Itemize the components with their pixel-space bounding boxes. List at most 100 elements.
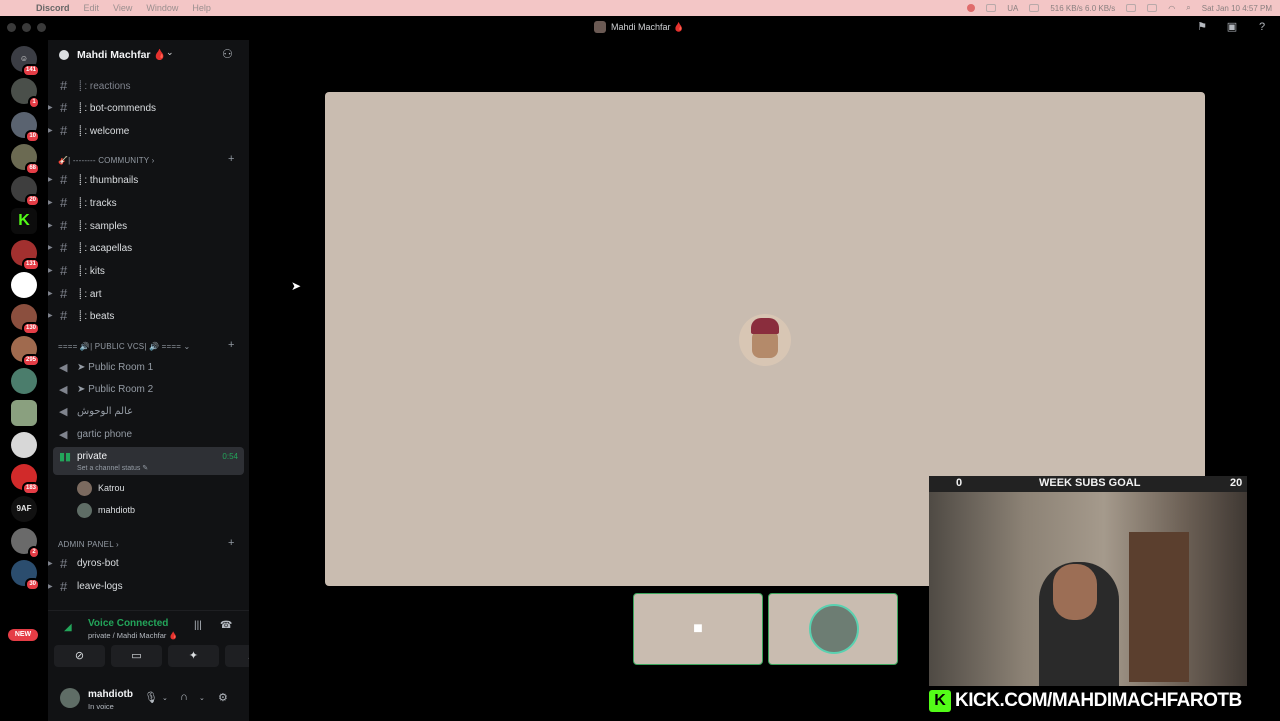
server-icon[interactable]: 183 [11,464,40,495]
menu-window[interactable]: Window [146,3,178,13]
add-channel-icon[interactable]: + [228,339,234,351]
server-icon[interactable]: 20 [11,176,40,207]
server-icon[interactable]: 68 [11,144,40,175]
speaker-icon: ◀ [59,406,68,418]
invite-icon[interactable]: ⚇ [222,47,233,61]
speaker-icon: ◀ [59,384,68,396]
menu-view[interactable]: View [113,3,132,13]
server-icon[interactable]: K [11,208,37,234]
participant-tile[interactable] [768,593,898,665]
hash-icon: # [60,77,68,93]
voice-channel-public-room-1[interactable]: ◀ ➤ Public Room 1 [48,358,249,378]
server-badge: 30 [25,578,40,591]
screen-share-button[interactable]: ▭ [111,645,162,667]
webcam-door [1129,532,1189,682]
voice-user[interactable]: mahdiotb [77,501,135,519]
voice-channel-private[interactable]: ▮▮ private 0:54 Set a channel status ✎ [53,447,244,475]
hash-icon: # [60,99,68,115]
voice-connected-title[interactable]: Voice Connected [88,618,168,629]
noise-suppression-icon[interactable]: ||| [194,620,202,631]
microphone-icon[interactable]: 🎙 [144,691,158,704]
channel-dyros-bot[interactable]: ▶ # dyros-bot [48,553,249,573]
kick-banner: K KICK.COM/MAHDIMACHFAROTB [929,686,1267,716]
server-icon[interactable] [11,272,37,298]
menu-edit[interactable]: Edit [84,3,100,13]
server-icon[interactable]: 9AF [11,496,37,522]
home-button[interactable]: ☺ 141 [11,46,40,77]
screen-icon[interactable] [986,4,997,12]
guild-header[interactable]: Mahdi Machfar 🩸 ⌄ ⚇ [48,40,249,70]
server-icon[interactable] [11,368,37,394]
record-icon[interactable] [967,4,976,12]
channel-status-prompt[interactable]: Set a channel status ✎ [77,464,148,472]
voice-user-name: Katrou [98,483,125,493]
category-public-vcs[interactable]: ==== 🔊| PUBLIC VCs| 🔊 ==== ⌄ [58,342,190,351]
headphones-icon[interactable]: ∩ [180,691,188,703]
channel-label: ⸽ : reactions [79,81,131,92]
chevron-right-icon: ▶ [48,583,53,590]
hash-icon: # [60,307,68,323]
grid-icon[interactable] [1029,4,1040,12]
voice-user[interactable]: Katrou [77,479,125,497]
zoom-window-button[interactable] [37,23,46,32]
server-icon[interactable]: 295 [11,336,40,367]
category-community[interactable]: 🎸| -------- COMMUNITY › [58,156,154,165]
category-admin-panel[interactable]: ADMIN PANEL › [58,540,119,549]
input-language[interactable]: UA [1007,4,1018,13]
menubar-clock[interactable]: Sat Jan 10 4:57 PM [1202,4,1272,13]
user-name[interactable]: mahdiotb [88,689,133,700]
voice-timer: 0:54 [222,452,238,461]
channel-samples[interactable]: ▶ # ⸽ : samples [48,215,249,235]
server-icon[interactable] [11,432,37,458]
chevron-down-icon[interactable]: ⌄ [199,694,205,702]
menu-app[interactable]: Discord [36,3,70,13]
help-icon[interactable]: ? [1256,21,1268,33]
inbox-icon[interactable]: ⚑ [1196,21,1208,33]
voice-action-buttons: ⊘ ▭ ✦ ♪ [54,645,276,667]
gear-icon[interactable]: ⚙ [218,691,228,704]
server-icon[interactable]: 30 [11,560,40,591]
server-icon[interactable]: 10 [11,112,40,143]
menu-help[interactable]: Help [192,3,211,13]
channel-reactions[interactable]: # ⸽ : reactions [48,75,249,95]
signal-icon[interactable]: ◢ [64,622,72,633]
server-icon[interactable] [11,400,37,426]
activities-button[interactable]: ✦ [168,645,219,667]
channel-beats[interactable]: ▶ # ⸽ : beats [48,305,249,325]
hash-icon: # [60,239,68,255]
chevron-down-icon[interactable]: ⌄ [162,694,168,702]
minimize-window-button[interactable] [22,23,31,32]
server-icon[interactable]: 1 [11,78,40,109]
channel-acapellas[interactable]: ▶ # ⸽ : acapellas [48,237,249,257]
avatar[interactable] [60,688,80,708]
server-icon[interactable]: 131 [11,240,40,271]
server-icon[interactable]: 2 [11,528,40,559]
channel-welcome[interactable]: ▶ # ⸽ : welcome [48,120,249,140]
channel-tracks[interactable]: ▶ # ⸽ : tracks [48,192,249,212]
disconnect-icon[interactable]: ☎ [220,620,232,631]
voice-channel-gartic-phone[interactable]: ◀ gartic phone [48,425,249,445]
participant-tile[interactable]: ■ [633,593,763,665]
add-channel-icon[interactable]: + [228,153,234,165]
chevron-right-icon: ▶ [48,290,53,297]
channel-leave-logs[interactable]: ▶ # leave-logs [48,576,249,596]
server-icon[interactable]: 130 [11,304,40,335]
channel-thumbnails[interactable]: ▶ # ⸽ : thumbnails [48,169,249,189]
voice-channel-monsters[interactable]: ◀ عالم الوحوش [48,402,249,422]
battery-icon[interactable] [1147,4,1158,12]
display-icon[interactable] [1126,4,1137,12]
channel-kits[interactable]: ▶ # ⸽ : kits [48,260,249,280]
chevron-right-icon: ▶ [48,244,53,251]
window-title-text: Mahdi Machfar 🩸 [611,21,685,32]
voice-channel-public-room-2[interactable]: ◀ ➤ Public Room 2 [48,380,249,400]
channel-bot-commends[interactable]: ▶ # ⸽ : bot-commends [48,97,249,117]
search-icon[interactable]: ⌕ [1186,3,1190,13]
server-abbrev: 9AF [16,504,32,513]
channel-art[interactable]: ▶ # ⸽ : art [48,283,249,303]
camera-off-button[interactable]: ⊘ [54,645,105,667]
close-window-button[interactable] [7,23,16,32]
voice-connected-subtitle[interactable]: private / Mahdi Machfar 🩸 [88,631,178,640]
add-channel-icon[interactable]: + [228,537,234,549]
wifi-icon[interactable]: ◠ [1168,4,1175,13]
screen-share-icon[interactable]: ▣ [1226,21,1238,33]
